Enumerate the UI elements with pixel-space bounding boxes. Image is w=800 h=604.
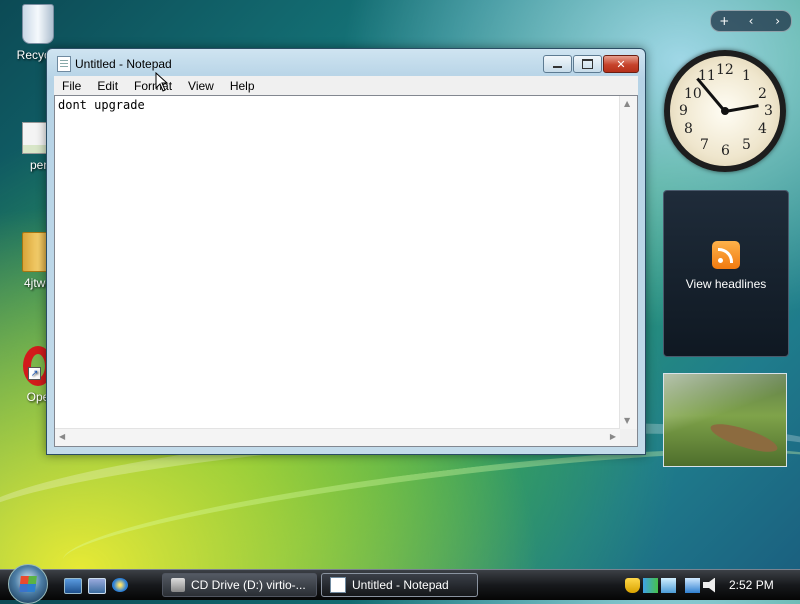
forest-path-image bbox=[707, 418, 781, 458]
horizontal-scrollbar[interactable]: ◀ ▶ bbox=[55, 428, 620, 446]
windows-update-icon[interactable] bbox=[643, 577, 658, 593]
slideshow-gadget[interactable] bbox=[663, 373, 787, 467]
menu-view[interactable]: View bbox=[180, 79, 222, 93]
scroll-down-icon[interactable]: ▼ bbox=[624, 416, 630, 426]
clock-number: 9 bbox=[679, 103, 688, 119]
menu-format[interactable]: Format bbox=[126, 79, 180, 93]
rss-feed-icon bbox=[712, 241, 740, 269]
clock-number: 10 bbox=[684, 86, 702, 102]
notepad-icon bbox=[57, 56, 71, 72]
cd-drive-icon bbox=[171, 578, 185, 592]
menu-bar: File Edit Format View Help bbox=[54, 76, 638, 95]
clock-number: 7 bbox=[700, 137, 709, 153]
clock-time[interactable]: 2:52 PM bbox=[729, 578, 774, 592]
feed-headlines-gadget[interactable]: View headlines bbox=[663, 190, 789, 357]
scroll-up-icon[interactable]: ▲ bbox=[624, 99, 630, 109]
add-gadget-button[interactable]: + bbox=[711, 14, 738, 28]
switch-windows-icon[interactable] bbox=[88, 578, 106, 594]
show-desktop-icon[interactable] bbox=[64, 578, 82, 594]
clock-number: 3 bbox=[764, 103, 773, 119]
system-tray: 2:52 PM bbox=[625, 570, 800, 600]
notepad-window[interactable]: Untitled - Notepad ✕ File Edit Format Vi… bbox=[46, 48, 646, 455]
scroll-right-icon[interactable]: ▶ bbox=[610, 432, 616, 442]
minimize-icon bbox=[553, 66, 562, 68]
caption-buttons: ✕ bbox=[542, 55, 639, 73]
clock-number: 6 bbox=[721, 143, 730, 159]
clock-number: 5 bbox=[742, 137, 751, 153]
notepad-icon bbox=[330, 577, 346, 593]
scroll-left-icon[interactable]: ◀ bbox=[59, 432, 65, 442]
menu-file[interactable]: File bbox=[54, 79, 89, 93]
document-text[interactable]: dont upgrade bbox=[55, 96, 620, 429]
taskbar-button-notepad[interactable]: Untitled - Notepad bbox=[321, 573, 478, 597]
resize-grip[interactable] bbox=[620, 429, 637, 446]
volume-muted-icon[interactable] bbox=[703, 577, 715, 593]
clock-hour-hand bbox=[724, 103, 759, 113]
clock-number: 1 bbox=[742, 68, 751, 84]
security-shield-icon[interactable] bbox=[625, 577, 640, 593]
window-title: Untitled - Notepad bbox=[75, 57, 172, 71]
window-titlebar[interactable]: Untitled - Notepad ✕ bbox=[47, 49, 645, 77]
maximize-icon bbox=[582, 59, 593, 69]
text-editor[interactable]: dont upgrade ▲ ▼ ◀ ▶ bbox=[54, 95, 638, 447]
taskbar: CD Drive (D:) virtio-... Untitled - Note… bbox=[0, 564, 800, 604]
next-page-button[interactable]: › bbox=[764, 14, 791, 28]
clock-number: 12 bbox=[716, 62, 734, 78]
clock-hub bbox=[721, 107, 729, 115]
maximize-button[interactable] bbox=[573, 55, 602, 73]
vertical-scrollbar[interactable]: ▲ ▼ bbox=[619, 96, 637, 429]
taskbar-button-label: Untitled - Notepad bbox=[352, 578, 449, 592]
previous-page-button[interactable]: ‹ bbox=[738, 14, 765, 28]
close-button[interactable]: ✕ bbox=[603, 55, 639, 73]
taskbar-button-cd-drive[interactable]: CD Drive (D:) virtio-... bbox=[162, 573, 317, 597]
internet-explorer-icon[interactable] bbox=[112, 578, 128, 592]
shortcut-arrow-icon: ↗ bbox=[28, 367, 41, 380]
recycle-bin-icon bbox=[22, 4, 54, 44]
close-icon: ✕ bbox=[616, 57, 626, 71]
start-button[interactable] bbox=[8, 564, 48, 604]
clock-number: 2 bbox=[758, 86, 767, 102]
menu-help[interactable]: Help bbox=[222, 79, 263, 93]
menu-edit[interactable]: Edit bbox=[89, 79, 126, 93]
clock-number: 8 bbox=[684, 121, 693, 137]
network-icon[interactable] bbox=[661, 577, 676, 593]
minimize-button[interactable] bbox=[543, 55, 572, 73]
connection-icon[interactable] bbox=[685, 577, 700, 593]
clock-gadget[interactable]: 12 1 2 3 4 5 6 7 8 9 10 11 bbox=[664, 50, 786, 172]
view-headlines-link[interactable]: View headlines bbox=[664, 277, 788, 291]
clock-number: 4 bbox=[758, 121, 767, 137]
taskbar-button-label: CD Drive (D:) virtio-... bbox=[191, 578, 306, 592]
sidebar-controls: + ‹ › bbox=[710, 10, 792, 32]
